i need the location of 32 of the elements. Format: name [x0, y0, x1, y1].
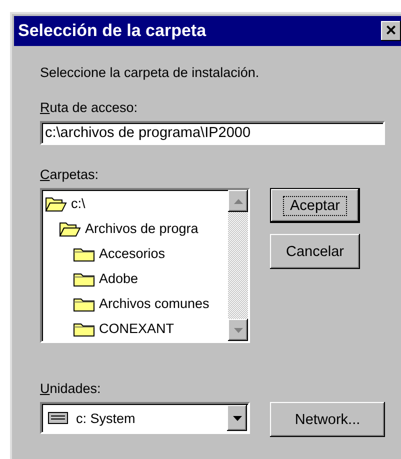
default-button[interactable]: Aceptar — [270, 188, 360, 223]
path-field[interactable]: c:\archivos de programa\IP2000 — [40, 121, 385, 145]
folder-icon — [73, 246, 95, 262]
scrollbar[interactable] — [228, 190, 248, 341]
folder-item[interactable]: c:\ — [45, 191, 228, 216]
open-folder-icon — [45, 196, 67, 212]
scroll-down-button[interactable] — [228, 319, 248, 341]
folders-label: Carpetas: — [40, 167, 100, 182]
folder-item[interactable]: CONEXANT — [45, 316, 228, 341]
network-button[interactable]: Network... — [270, 402, 385, 437]
path-label: Ruta de acceso: — [40, 100, 139, 115]
drive-dropdown[interactable]: c: System — [40, 402, 250, 434]
dialog-button[interactable]: Cancelar — [270, 234, 360, 269]
up-arrow-icon — [234, 198, 242, 204]
folder-icon — [73, 270, 95, 286]
instruction-text: Seleccione la carpeta de instalación. — [40, 65, 260, 80]
folder-item[interactable]: Archivos de progra — [45, 216, 228, 241]
scroll-up-button[interactable] — [228, 190, 248, 212]
down-arrow-icon — [234, 328, 242, 332]
window-title: Selección de la carpeta — [18, 21, 206, 41]
folder-item[interactable]: Archivos comunes — [45, 291, 228, 316]
folder-icon — [73, 320, 95, 336]
folder-icon — [73, 296, 95, 312]
down-arrow-icon — [232, 416, 242, 420]
close-button[interactable]: × — [381, 21, 401, 41]
drives-label: Unidades: — [40, 381, 102, 396]
folder-item[interactable]: Adobe — [45, 266, 228, 291]
open-folder-icon — [59, 220, 81, 236]
dropdown-arrow-button[interactable] — [227, 405, 247, 431]
folder-list[interactable]: c:\ Archivos de progra Accesorios Adobe Archivos comunes CONEXANT — [40, 188, 250, 343]
drive-icon — [48, 412, 68, 424]
folder-item[interactable]: Accesorios — [45, 241, 228, 266]
